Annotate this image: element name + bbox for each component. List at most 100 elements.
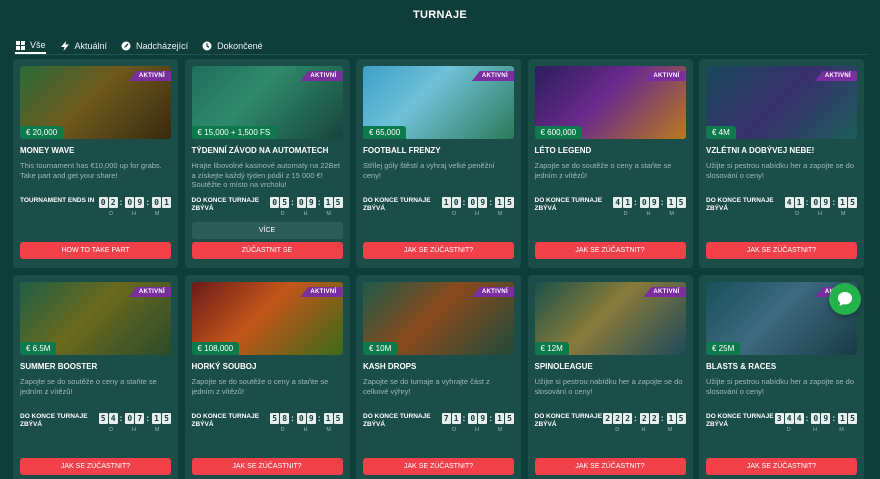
timer-separator: : bbox=[634, 198, 637, 207]
card-title: TÝDENNÍ ZÁVOD NA AUTOMATECH bbox=[191, 146, 329, 155]
timer-days: 54 bbox=[98, 413, 118, 424]
tournament-card[interactable]: AKTIVNÍ € 4M VZLÉTNI A DOBÝVEJ NEBE! Užijte… bbox=[699, 59, 864, 268]
timer-unit-m: M bbox=[497, 211, 503, 217]
clock-icon bbox=[202, 41, 212, 51]
timer-digit: 2 bbox=[603, 413, 613, 424]
join-button[interactable]: JAK SE ZÚČASTNIT? bbox=[191, 458, 343, 475]
timer-values: 05:09:15DHM bbox=[269, 197, 343, 217]
timer-digit: 0 bbox=[152, 197, 161, 208]
timer-units: DHM bbox=[602, 427, 685, 433]
timer-separator: : bbox=[291, 198, 294, 207]
timer-days: 71 bbox=[441, 413, 461, 424]
join-button[interactable]: HOW TO TAKE PART bbox=[20, 242, 171, 259]
timer-digit: 1 bbox=[623, 197, 633, 208]
timer-units: DHM bbox=[441, 427, 514, 433]
card-title: HORKÝ SOUBOJ bbox=[191, 362, 257, 371]
timer-separator: : bbox=[119, 414, 123, 423]
card-title: KASH DROPS bbox=[363, 362, 417, 371]
card-title: SPINOLEAGUE bbox=[534, 362, 593, 371]
chat-button[interactable] bbox=[829, 283, 861, 315]
tournament-card[interactable]: AKTIVNÍ € 6.5M SUMMER BOOSTER Zapojte se do… bbox=[13, 275, 178, 479]
timer-hours: 22 bbox=[639, 413, 659, 424]
timer-hours: 07 bbox=[124, 413, 145, 424]
tournament-banner: AKTIVNÍ € 6.5M bbox=[20, 282, 171, 355]
tournament-card[interactable]: AKTIVNÍ € 12M SPINOLEAGUE Užijte si pestrou… bbox=[527, 275, 693, 479]
timer-digit: 0 bbox=[639, 197, 649, 208]
countdown-timer: TOURNAMENT ENDS IN 0 2:0 9:0 1 D H M bbox=[20, 197, 171, 217]
timer-digit: 4 bbox=[108, 413, 118, 424]
card-title: SUMMER BOOSTER bbox=[20, 362, 98, 371]
timer-digit: 2 bbox=[639, 413, 649, 424]
timer-unit-m: M bbox=[840, 211, 846, 217]
card-title: BLASTS & RACES bbox=[706, 362, 777, 371]
timer-digit: 0 bbox=[296, 197, 306, 208]
timer-unit-d: D bbox=[452, 427, 457, 433]
timer-separator: : bbox=[291, 414, 294, 423]
timer-minutes: 15 bbox=[666, 197, 686, 208]
join-button[interactable]: JAK SE ZÚČASTNIT? bbox=[363, 242, 514, 259]
timer-separator: : bbox=[146, 414, 149, 423]
timer-digit: 9 bbox=[306, 413, 316, 424]
timer-separator: : bbox=[462, 198, 466, 207]
timer-digit: 5 bbox=[333, 197, 343, 208]
timer-label: DO KONCE TURNAJE ZBÝVÁ bbox=[191, 413, 260, 428]
timer-unit-d: D bbox=[109, 211, 114, 217]
tournament-card[interactable]: AKTIVNÍ € 65,000 FOOTBALL FRENZY Střílej gó… bbox=[356, 59, 521, 268]
timer-digit: 1 bbox=[666, 197, 676, 208]
timer-digit: 9 bbox=[135, 197, 145, 208]
join-button[interactable]: JAK SE ZÚČASTNIT? bbox=[534, 458, 686, 475]
timer-units: DHM bbox=[269, 427, 342, 433]
timer-unit-h: H bbox=[475, 211, 479, 217]
tournament-card[interactable]: AKTIVNÍ € 15,000 + 1,500 FS TÝDENNÍ ZÁVOD … bbox=[184, 59, 350, 268]
timer-days: 02 bbox=[98, 197, 118, 208]
rocket-icon bbox=[121, 41, 131, 51]
tournament-card[interactable]: AKTIVNÍ € 600,000 LÉTO LEGEND Zapojte se do… bbox=[527, 59, 693, 268]
timer-digit: 0 bbox=[98, 197, 108, 208]
tournament-card[interactable]: AKTIVNÍ € 10M KASH DROPS Zapojte se do turn… bbox=[356, 275, 521, 479]
timer-days: 41 bbox=[784, 197, 804, 208]
card-description: Zapojte se do soutěže o ceny a staňte se… bbox=[20, 377, 157, 396]
countdown-timer: DO KONCE TURNAJE ZBÝVÁ 7 1:0 9:1 5 D H M bbox=[363, 413, 514, 433]
tournament-banner: AKTIVNÍ € 10M bbox=[363, 282, 514, 355]
tournament-card[interactable]: AKTIVNÍ € 108,000 HORKÝ SOUBOJ Zapojte se d… bbox=[184, 275, 350, 479]
join-button[interactable]: JAK SE ZÚČASTNIT? bbox=[706, 458, 857, 475]
prize-badge: € 25M bbox=[706, 342, 741, 355]
tab-upcoming[interactable]: Nadcházející bbox=[121, 38, 188, 54]
timer-separator: : bbox=[146, 198, 149, 207]
join-button[interactable]: JAK SE ZÚČASTNIT? bbox=[706, 242, 857, 259]
join-button[interactable]: JAK SE ZÚČASTNIT? bbox=[20, 458, 171, 475]
timer-minutes: 15 bbox=[323, 197, 343, 208]
timer-minutes: 15 bbox=[494, 197, 514, 208]
timer-digit: 4 bbox=[784, 413, 794, 424]
join-button[interactable]: JAK SE ZÚČASTNIT? bbox=[363, 458, 514, 475]
tab-all[interactable]: Vše bbox=[15, 38, 46, 54]
timer-values: 10:09:15DHM bbox=[441, 197, 514, 217]
timer-label: DO KONCE TURNAJE ZBÝVÁ bbox=[534, 197, 603, 212]
tab-label: Dokončené bbox=[217, 41, 263, 51]
timer-digit: 0 bbox=[451, 197, 461, 208]
join-button[interactable]: ZÚČASTNIT SE bbox=[191, 242, 343, 259]
timer-minutes: 15 bbox=[666, 413, 686, 424]
tab-finished[interactable]: Dokončené bbox=[202, 38, 263, 54]
timer-minutes: 01 bbox=[151, 197, 171, 208]
timer-separator: : bbox=[805, 198, 809, 207]
join-button[interactable]: JAK SE ZÚČASTNIT? bbox=[534, 242, 686, 259]
prize-badge: € 6.5M bbox=[20, 342, 57, 355]
prize-badge: € 108,000 bbox=[191, 342, 240, 355]
timer-separator: : bbox=[832, 198, 835, 207]
tournament-banner: AKTIVNÍ € 600,000 bbox=[534, 66, 686, 139]
timer-digit: 0 bbox=[468, 413, 478, 424]
tab-label: Nadcházející bbox=[136, 41, 189, 51]
countdown-timer: DO KONCE TURNAJE ZBÝVÁ 5 8:0 9:1 5 D H M bbox=[192, 413, 343, 433]
timer-digit: 7 bbox=[135, 413, 145, 424]
timer-label: DO KONCE TURNAJE ZBÝVÁ bbox=[20, 413, 88, 428]
timer-unit-m: M bbox=[326, 427, 332, 433]
timer-unit-m: M bbox=[326, 211, 332, 217]
card-description: Hrajte libovolné kasinové automaty na 22… bbox=[191, 161, 340, 189]
timer-digit: 1 bbox=[323, 413, 333, 424]
countdown-timer: DO KONCE TURNAJE ZBÝVÁ 3 4 4:0 9:1 5 D H M bbox=[706, 413, 857, 433]
more-button[interactable]: VÍCE bbox=[191, 222, 343, 239]
tab-current[interactable]: Aktuální bbox=[60, 38, 107, 54]
tournament-card[interactable]: AKTIVNÍ € 20,000 MONEY WAVE This tournament… bbox=[13, 59, 178, 268]
timer-separator: : bbox=[489, 198, 492, 207]
